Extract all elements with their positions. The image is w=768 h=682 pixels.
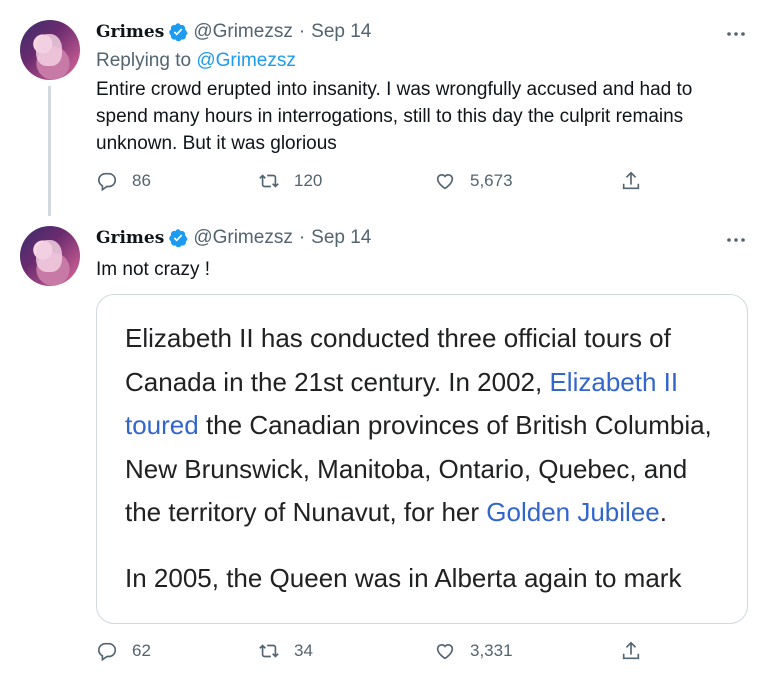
verified-badge-icon [168,228,188,248]
tweet-header: Grimes @Grimezsz · Sep 14 [96,226,371,250]
timestamp[interactable]: Sep 14 [311,20,371,44]
retweet-count: 34 [294,641,313,660]
verified-badge-icon [168,22,188,42]
more-options-icon[interactable] [724,228,748,252]
retweet-icon [259,174,279,188]
reply-button[interactable]: 86 [96,170,151,192]
share-button[interactable] [620,640,656,662]
attached-image-card[interactable]: Elizabeth II has conducted three officia… [96,294,748,624]
like-button[interactable]: 5,673 [434,170,513,192]
share-icon [622,641,640,660]
thread-line [48,86,51,216]
display-name[interactable]: Grimes [96,20,164,44]
tweet-actions: 86 120 5,673 [96,170,656,198]
retweet-button[interactable]: 120 [258,170,322,192]
reply-icon [97,642,117,662]
tweet-actions: 62 34 3,331 [96,640,656,668]
tweet-1[interactable]: Grimes @Grimezsz · Sep 14 Replying to @G… [0,0,768,218]
like-count: 5,673 [470,171,513,190]
handle[interactable]: @Grimezsz [193,226,293,250]
tweet-header: Grimes @Grimezsz · Sep 14 [96,20,371,44]
replying-to: Replying to @Grimezsz [96,50,296,72]
share-icon [622,171,640,190]
retweet-button[interactable]: 34 [258,640,313,662]
reply-icon [97,172,117,192]
tweet-text: Entire crowd erupted into insanity. I wa… [96,79,693,154]
retweet-icon [259,644,279,658]
handle[interactable]: @Grimezsz [193,20,293,44]
share-button[interactable] [620,170,656,192]
heart-icon [436,174,454,190]
replying-to-handle[interactable]: @Grimezsz [196,50,296,71]
tweet-text: Im not crazy ! [96,259,211,280]
wikipedia-excerpt: Elizabeth II has conducted three officia… [125,317,725,600]
display-name[interactable]: Grimes [96,226,164,250]
avatar[interactable] [20,226,80,286]
replying-to-label: Replying to [96,50,192,71]
excerpt-text: . [659,497,667,527]
reply-button[interactable]: 62 [96,640,151,662]
heart-icon [436,644,454,660]
separator-dot: · [298,21,306,42]
reply-count: 62 [132,641,151,660]
timestamp[interactable]: Sep 14 [311,226,371,250]
separator-dot: · [298,227,306,248]
avatar[interactable] [20,20,80,80]
reply-count: 86 [132,171,151,190]
excerpt-cutoff-paragraph: In 2005, the Queen was in Alberta again … [125,562,682,593]
more-options-icon[interactable] [724,22,748,46]
retweet-count: 120 [294,171,323,190]
like-count: 3,331 [470,641,513,660]
wiki-link-golden-jubilee[interactable]: Golden Jubilee [486,497,659,527]
like-button[interactable]: 3,331 [434,640,513,662]
